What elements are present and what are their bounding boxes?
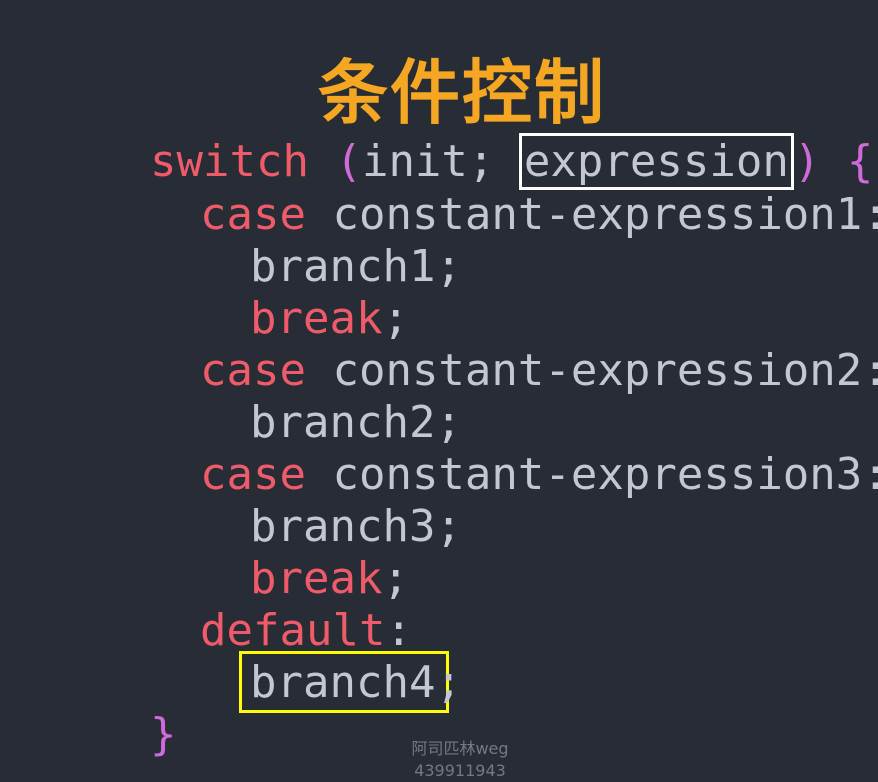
code-line-switch: switch (init; expression) { — [150, 133, 873, 190]
case2-label: constant-expression2: — [332, 345, 878, 396]
keyword-case-2: case — [200, 345, 306, 396]
code-line-case3: case constant-expression3: — [200, 453, 878, 497]
keyword-switch: switch — [150, 136, 309, 187]
keyword-break-1: break — [250, 293, 383, 344]
code-line-case2: case constant-expression2: — [200, 349, 878, 393]
code-line-case1: case constant-expression1: — [200, 193, 878, 237]
expression-highlight: expression — [518, 133, 794, 190]
watermark-id: 439911943 — [414, 761, 506, 780]
code-line-branch3: branch3; — [250, 505, 462, 549]
watermark: 阿司匹林weg 439911943 — [390, 738, 530, 782]
code-line-closing: } — [150, 713, 177, 757]
code-line-break3: break; — [250, 557, 409, 601]
branch4-text: branch4; — [250, 657, 462, 708]
break1-semicolon: ; — [382, 293, 409, 344]
code-line-branch1: branch1; — [250, 245, 462, 289]
code-line-branch4: branch4; — [250, 661, 462, 705]
case3-label: constant-expression3: — [332, 449, 878, 500]
keyword-break-3: break — [250, 553, 383, 604]
branch1-text: branch1; — [250, 241, 462, 292]
close-brace: } — [150, 709, 177, 760]
break3-semicolon: ; — [382, 553, 409, 604]
watermark-name: 阿司匹林weg — [411, 739, 509, 758]
open-brace: { — [846, 136, 874, 187]
keyword-case-3: case — [200, 449, 306, 500]
branch3-text: branch3; — [250, 501, 462, 552]
code-line-break1: break; — [250, 297, 409, 341]
slide-title: 条件控制 — [318, 52, 606, 134]
code-line-default: default: — [200, 609, 412, 653]
branch2-text: branch2; — [250, 397, 462, 448]
default-colon: : — [385, 605, 412, 656]
keyword-case-1: case — [200, 189, 306, 240]
case1-label: constant-expression1: — [332, 189, 878, 240]
slide: 条件控制 switch (init; expression) { case co… — [0, 0, 878, 782]
init-text: init; — [361, 136, 521, 187]
keyword-default: default — [200, 605, 386, 656]
close-paren: ) — [793, 136, 821, 187]
code-line-branch2: branch2; — [250, 401, 462, 445]
open-paren: ( — [335, 136, 362, 187]
